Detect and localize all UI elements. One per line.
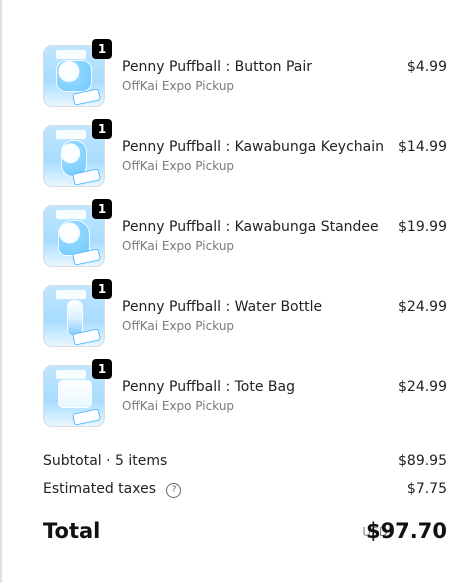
- item-pickup-note: OffKai Expo Pickup: [122, 79, 235, 93]
- line-item-button-pair: 1 Penny Puffball : Button Pair OffKai Ex…: [43, 39, 447, 107]
- subtotal-row: Subtotal · 5 items $89.95: [43, 453, 447, 470]
- line-item-tote-bag: 1 Penny Puffball : Tote Bag OffKai Expo …: [43, 359, 447, 427]
- item-price: $4.99: [406, 59, 447, 75]
- thumbnail-header-icon: [55, 129, 87, 140]
- thumbnail-label-icon: [72, 408, 101, 426]
- total-row: Total USD $97.70: [43, 518, 447, 546]
- tote-bag-art-icon: [58, 380, 92, 408]
- item-price: $14.99: [398, 139, 447, 155]
- thumbnail-header-icon: [55, 369, 87, 380]
- item-pickup-note: OffKai Expo Pickup: [122, 239, 235, 253]
- item-title: Penny Puffball : Water Bottle: [122, 299, 323, 315]
- line-item-standee: 1 Penny Puffball : Kawabunga Standee Off…: [43, 199, 447, 267]
- item-pickup-note: OffKai Expo Pickup: [122, 399, 235, 413]
- quantity-badge: 1: [92, 199, 112, 219]
- item-title: Penny Puffball : Kawabunga Keychain: [122, 139, 385, 155]
- quantity-badge: 1: [92, 359, 112, 379]
- quantity-badge: 1: [92, 119, 112, 139]
- line-items-list: 1 Penny Puffball : Button Pair OffKai Ex…: [43, 39, 447, 445]
- subtotal-label: Subtotal · 5 items: [43, 453, 168, 469]
- subtotal-value: $89.95: [398, 453, 447, 469]
- question-circle-icon[interactable]: ?: [166, 483, 182, 498]
- thumbnail-header-icon: [55, 289, 87, 300]
- item-pickup-note: OffKai Expo Pickup: [122, 319, 235, 333]
- estimated-taxes-row: Estimated taxes ? $7.75: [43, 481, 447, 498]
- line-item-water-bottle: 1 Penny Puffball : Water Bottle OffKai E…: [43, 279, 447, 347]
- total-value: $97.70: [365, 519, 447, 543]
- item-price: $24.99: [398, 299, 447, 315]
- item-title: Penny Puffball : Tote Bag: [122, 379, 295, 395]
- estimated-taxes-label-group: Estimated taxes ?: [43, 481, 182, 498]
- item-title: Penny Puffball : Kawabunga Standee: [122, 219, 379, 235]
- estimated-taxes-label: Estimated taxes: [43, 481, 157, 497]
- total-label: Total: [43, 519, 101, 543]
- thumbnail-header-icon: [55, 209, 87, 220]
- item-title: Penny Puffball : Button Pair: [122, 59, 312, 75]
- item-price: $19.99: [398, 219, 447, 235]
- quantity-badge: 1: [92, 39, 112, 59]
- order-summary-panel: 1 Penny Puffball : Button Pair OffKai Ex…: [2, 0, 470, 583]
- thumbnail-header-icon: [55, 49, 87, 60]
- quantity-badge: 1: [92, 279, 112, 299]
- estimated-taxes-value: $7.75: [406, 481, 447, 497]
- item-price: $24.99: [398, 379, 447, 395]
- button-pair-art-icon: [56, 60, 92, 92]
- item-pickup-note: OffKai Expo Pickup: [122, 159, 235, 173]
- line-item-keychain: 1 Penny Puffball : Kawabunga Keychain Of…: [43, 119, 447, 187]
